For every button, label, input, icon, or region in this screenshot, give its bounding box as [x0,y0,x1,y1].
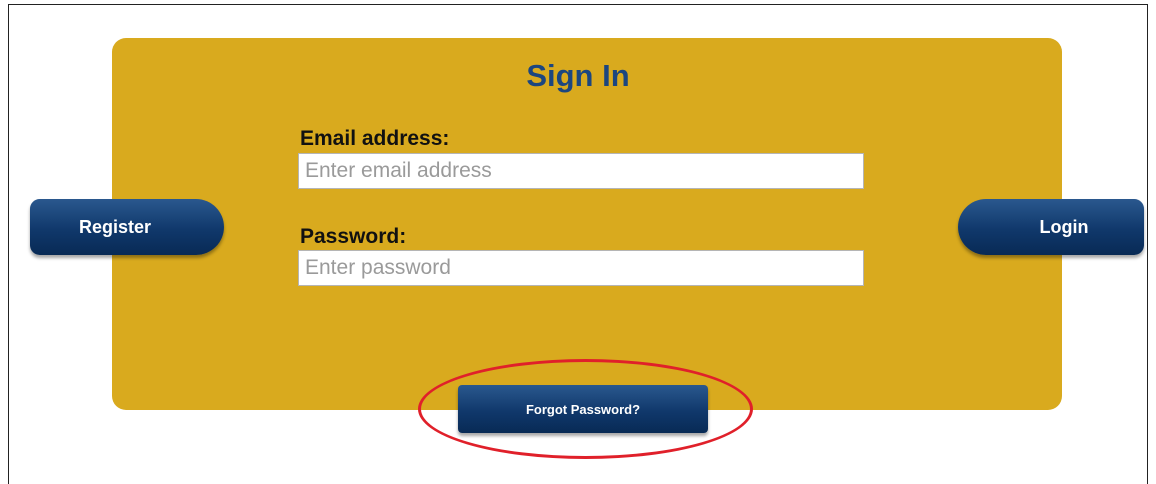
forgot-password-button[interactable]: Forgot Password? [458,385,708,433]
login-button-label: Login [1039,216,1089,237]
email-field[interactable] [298,153,864,189]
email-label: Email address: [300,127,450,150]
forgot-password-label: Forgot Password? [525,401,641,417]
register-button-label: Register [78,216,152,237]
password-label: Password: [300,225,407,248]
register-button[interactable]: Register [30,199,224,255]
password-field[interactable] [298,250,864,286]
page-title: Sign In [526,58,630,93]
login-button[interactable]: Login [958,199,1144,255]
